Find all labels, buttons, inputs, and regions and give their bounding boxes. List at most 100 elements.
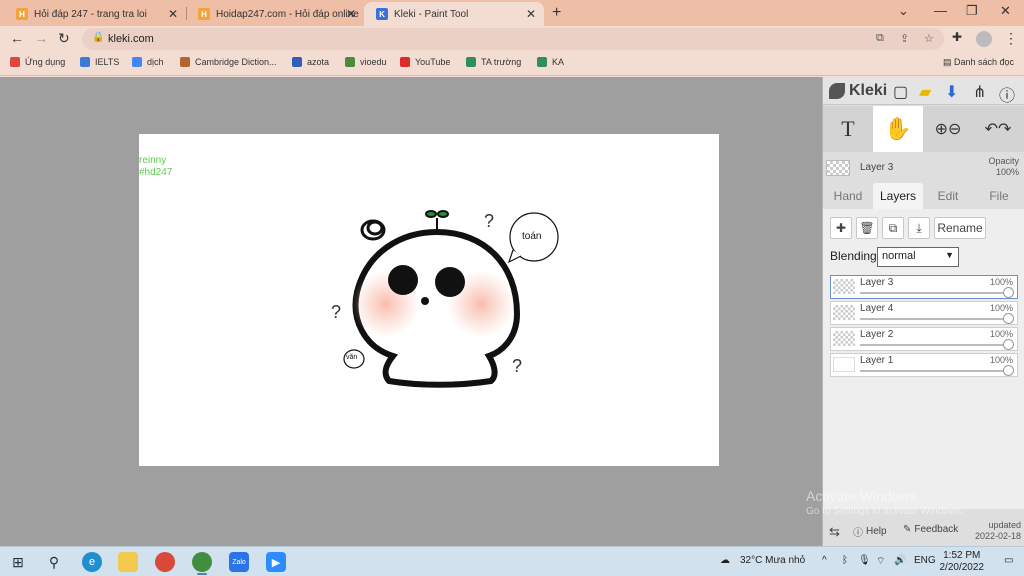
help-circle-icon[interactable]: ⓘ — [999, 82, 1015, 106]
notification-icon[interactable]: ▭ — [1004, 555, 1013, 566]
tab-edit[interactable]: Edit — [923, 183, 973, 209]
tab-hand[interactable]: Hand — [823, 183, 873, 209]
duplicate-icon: ⧉ — [888, 220, 898, 235]
tab-file[interactable]: File — [973, 183, 1024, 209]
share-icon[interactable]: ⇪ — [900, 32, 909, 45]
microphone-icon[interactable]: 🎙 — [858, 555, 871, 566]
blending-value: normal — [882, 250, 916, 262]
delete-layer-button[interactable]: 🗑 — [856, 217, 878, 239]
layer-opacity-slider[interactable] — [860, 292, 1005, 294]
bookmark-azota[interactable]: azota — [292, 57, 329, 67]
lock-icon[interactable]: 🔒 — [92, 32, 104, 43]
bookmark-ielts[interactable]: IELTS — [80, 57, 119, 67]
blending-select[interactable]: normal ▼ — [877, 247, 959, 267]
kleki-workspace[interactable]: reinny #hd247 ? ? ? toán văn — [0, 77, 822, 546]
weather-text[interactable]: 32°C Mưa nhỏ — [740, 555, 805, 566]
zalo-icon[interactable]: Zalo — [229, 552, 249, 572]
tray-chevron-icon[interactable]: ^ — [822, 555, 827, 566]
bookmark-cambridge[interactable]: Cambridge Diction... — [180, 57, 277, 67]
bubble-text-van: văn — [346, 354, 358, 361]
duplicate-layer-button[interactable]: ⧉ — [882, 217, 904, 239]
chrome-profile-icon[interactable] — [192, 552, 212, 572]
restore-button[interactable]: ❐ — [966, 3, 978, 19]
language-indicator[interactable]: ENG — [914, 555, 936, 566]
bookmark-apps[interactable]: Ứng dụng — [10, 57, 65, 67]
volume-icon[interactable]: 🔊 — [894, 555, 906, 566]
bookmark-label: TA trường — [481, 57, 522, 67]
text-tool-button[interactable]: T — [823, 106, 873, 152]
hand-tool-button[interactable]: ✋ — [873, 106, 923, 152]
feedback-button[interactable]: ✎ Feedback — [903, 524, 958, 535]
reading-list-button[interactable]: ▤ Danh sách đọc — [943, 57, 1014, 68]
bookmark-ka[interactable]: KA — [537, 57, 564, 67]
layer-opacity-slider[interactable] — [860, 318, 1005, 320]
layer-row[interactable]: Layer 2 100% — [830, 327, 1018, 351]
layer-opacity-slider[interactable] — [860, 344, 1005, 346]
bluetooth-icon[interactable]: ᛒ — [842, 555, 848, 566]
layer-row[interactable]: Layer 3 100% — [830, 275, 1018, 299]
opacity-value: 100% — [995, 167, 1019, 177]
slider-knob[interactable] — [1003, 339, 1014, 350]
close-tab-icon[interactable]: ✕ — [168, 7, 178, 21]
open-folder-icon[interactable]: ▰ — [919, 82, 931, 102]
close-window-button[interactable]: ✕ — [1000, 3, 1011, 19]
undo-redo-button[interactable]: ↶↷ — [973, 106, 1023, 152]
taskbar-clock[interactable]: 1:52 PM 2/20/2022 — [940, 550, 985, 574]
zoom-tool-button[interactable]: ⊕⊖ — [923, 106, 973, 152]
bookmark-label: Ứng dụng — [25, 57, 66, 67]
new-image-icon[interactable]: ▢ — [893, 82, 908, 102]
layer-opacity-slider[interactable] — [860, 370, 1005, 372]
extensions-icon[interactable]: ✚ — [952, 30, 962, 44]
tab-kleki[interactable]: K Kleki - Paint Tool ✕ — [364, 2, 544, 26]
file-explorer-icon[interactable] — [118, 552, 138, 572]
layer-row[interactable]: Layer 4 100% — [830, 301, 1018, 325]
close-tab-icon[interactable]: ✕ — [346, 7, 356, 21]
bookmark-label: azota — [307, 57, 330, 67]
translate-icon[interactable]: ⧉ — [876, 32, 884, 45]
help-button[interactable]: ⓘ Help — [853, 524, 887, 539]
minimize-button[interactable]: — — [934, 3, 947, 18]
wifi-icon[interactable]: ⌔ — [876, 555, 885, 568]
zoom-icon[interactable]: ▶ — [266, 552, 286, 572]
clock-time: 1:52 PM — [943, 550, 981, 561]
tab-search-icon[interactable]: ⌄ — [898, 3, 909, 19]
slider-knob[interactable] — [1003, 313, 1014, 324]
share-icon[interactable]: ⋔ — [973, 82, 986, 102]
back-arrow-icon[interactable]: ← — [10, 30, 24, 46]
profile-avatar[interactable] — [976, 31, 992, 47]
download-icon[interactable]: ⬇ — [945, 82, 958, 102]
windows-start-icon[interactable]: ⊞ — [8, 552, 28, 572]
hand-icon: ✋ — [884, 116, 912, 141]
chrome-icon[interactable] — [155, 552, 175, 572]
forward-arrow-icon[interactable]: → — [34, 30, 48, 46]
bookmark-youtube[interactable]: YouTube — [400, 57, 450, 67]
rename-layer-button[interactable]: Rename — [934, 217, 986, 239]
bookmark-star-icon[interactable]: ☆ — [924, 32, 934, 45]
weather-icon[interactable]: ☁ — [720, 555, 730, 566]
hoidap-favicon-icon: H — [198, 8, 210, 20]
search-icon[interactable]: ⚲ — [44, 552, 64, 572]
reload-icon[interactable]: ↻ — [58, 30, 70, 47]
slider-knob[interactable] — [1003, 365, 1014, 376]
slider-knob[interactable] — [1003, 287, 1014, 298]
menu-dots-icon[interactable]: ⋮ — [1004, 30, 1018, 47]
edge-icon[interactable]: e — [82, 552, 102, 572]
drawing-canvas[interactable]: reinny #hd247 ? ? ? toán văn — [139, 134, 719, 466]
tab-layers[interactable]: Layers — [873, 183, 923, 209]
swap-side-button[interactable]: ⇆ — [829, 524, 840, 540]
classroom-icon — [537, 57, 547, 67]
tab-hoidap-1[interactable]: H Hỏi đáp 247 - trang tra loi ✕ — [4, 2, 186, 26]
plus-icon: ✚ — [835, 221, 847, 235]
add-layer-button[interactable]: ✚ — [830, 217, 852, 239]
layer-thumbnail — [833, 305, 855, 320]
layer-row[interactable]: Layer 1 100% — [830, 353, 1018, 377]
tab-hoidap-2[interactable]: H Hoidap247.com - Hỏi đáp online ✕ — [186, 2, 364, 26]
bookmark-dich[interactable]: dịch — [132, 57, 164, 67]
azota-icon — [292, 57, 302, 67]
bookmark-ta-truong[interactable]: TA trường — [466, 57, 521, 67]
bookmark-vioedu[interactable]: vioedu — [345, 57, 387, 67]
new-tab-button[interactable]: + — [552, 4, 561, 22]
close-tab-icon[interactable]: ✕ — [526, 7, 536, 21]
address-bar[interactable]: 🔒 kleki.com ⧉ ⇪ ☆ — [82, 28, 944, 50]
merge-layer-button[interactable]: ⤓ — [908, 217, 930, 239]
